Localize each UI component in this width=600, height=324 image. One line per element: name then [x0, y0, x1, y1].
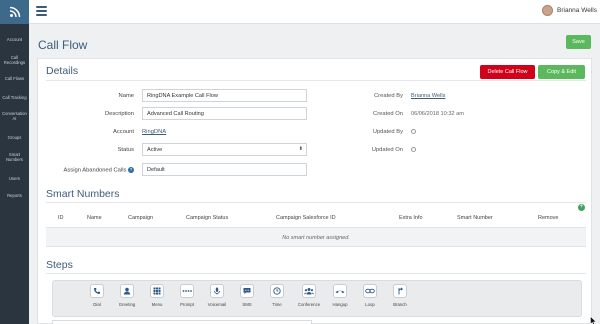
sidebar-item-users[interactable]: Users	[0, 176, 29, 181]
step-loop[interactable]: Loop	[357, 284, 383, 307]
description-label: Description	[105, 111, 134, 117]
step-label: SMS	[242, 302, 252, 307]
step-dial[interactable]: Dial	[84, 284, 110, 307]
description-field[interactable]: Advanced Call Routing	[142, 107, 307, 120]
account-link[interactable]: RingDNA	[142, 129, 166, 135]
clock-icon	[270, 284, 284, 298]
sidebar-item-call-recordings[interactable]: Call Recordings	[0, 55, 29, 65]
hangup-icon	[333, 284, 347, 298]
step-prompt[interactable]: Prompt	[174, 284, 200, 307]
step-detail-field[interactable]	[52, 320, 312, 324]
name-field[interactable]: RingDNA Example Call Flow	[142, 89, 307, 102]
app-logo-icon[interactable]	[0, 0, 29, 24]
created-on-label: Created On	[373, 111, 403, 117]
column-header-name[interactable]: Name	[87, 215, 102, 221]
phone-icon	[90, 284, 104, 298]
divider	[46, 202, 586, 203]
column-header-extra-info[interactable]: Extra Info	[399, 215, 423, 221]
select-arrows-icon: ⬍	[298, 146, 303, 152]
sidebar-item-call-tracking[interactable]: Call Tracking	[0, 95, 29, 100]
steps-heading: Steps	[46, 259, 73, 271]
name-label: Name	[118, 93, 134, 99]
sidebar-item-groups[interactable]: Groups	[0, 135, 29, 140]
sidebar-item-conversation-ai[interactable]: Conversation AI	[0, 111, 29, 121]
grid-icon	[150, 284, 164, 298]
chat-icon	[240, 284, 254, 298]
group-icon	[302, 284, 316, 298]
created-by-label: Created By	[374, 93, 403, 99]
abandoned-calls-label: Assign Abandoned Calls ?	[50, 167, 134, 174]
mouse-cursor-icon	[590, 313, 597, 324]
column-header-campaign-status[interactable]: Campaign Status	[186, 215, 228, 221]
step-label: Prompt	[180, 302, 194, 307]
divider	[46, 273, 586, 274]
abandoned-calls-field[interactable]: Default	[142, 163, 307, 176]
created-on-value: 06/06/2018 10:32 am	[411, 111, 464, 117]
step-branch[interactable]: Branch	[387, 284, 413, 307]
account-label: Account	[113, 129, 134, 135]
divider	[46, 80, 586, 81]
branch-icon	[393, 284, 407, 298]
user-name[interactable]: Brianna Wells	[557, 7, 597, 14]
loop-icon	[363, 284, 377, 298]
step-label: Greeting	[118, 302, 136, 307]
column-header-campaign[interactable]: Campaign	[128, 215, 153, 221]
step-label: Conference	[297, 302, 321, 307]
step-label: Voicemail	[207, 302, 227, 307]
step-greeting[interactable]: Greeting	[114, 284, 140, 307]
step-label: Loop	[365, 302, 375, 307]
empty-message: No smart number assigned.	[282, 235, 350, 241]
status-select[interactable]: Active ⬍	[142, 143, 307, 156]
step-sms[interactable]: SMS	[234, 284, 260, 307]
step-hangup[interactable]: Hangup	[327, 284, 353, 307]
copy-edit-button[interactable]: Copy & Edit	[538, 65, 585, 79]
microphone-icon	[210, 284, 224, 298]
updated-on-label: Updated On	[371, 147, 403, 153]
person-icon	[120, 284, 134, 298]
column-header-remove[interactable]: Remove	[538, 215, 558, 221]
table-empty-row: No smart number assigned.	[46, 227, 586, 247]
help-icon[interactable]: ?	[128, 167, 134, 173]
details-heading: Details	[46, 65, 79, 77]
dots-icon	[180, 284, 194, 298]
step-conference[interactable]: Conference	[296, 284, 322, 307]
add-smart-number-icon[interactable]: +	[578, 204, 585, 211]
sidebar-item-smart-numbers[interactable]: Smart Numbers	[0, 152, 29, 162]
sidebar: Account Call Recordings Call Flows Call …	[0, 0, 29, 324]
delete-call-flow-button[interactable]: Delete Call Flow	[480, 65, 535, 79]
save-button[interactable]: Save	[566, 35, 591, 49]
column-header-id[interactable]: ID	[58, 215, 64, 221]
status-label: Status	[117, 147, 134, 153]
step-label: Menu	[151, 302, 163, 307]
sidebar-item-reports[interactable]: Reports	[0, 193, 29, 198]
column-header-salesforce-id[interactable]: Campaign Salesforce ID	[276, 215, 336, 221]
hamburger-menu-icon[interactable]	[36, 6, 47, 16]
step-voicemail[interactable]: Voicemail	[204, 284, 230, 307]
smart-numbers-heading: Smart Numbers	[46, 188, 120, 200]
step-label: Time	[272, 302, 282, 307]
abandoned-calls-label-text: Assign Abandoned Calls	[63, 167, 127, 174]
page-title: Call Flow	[38, 38, 88, 52]
top-bar: Brianna Wells	[29, 0, 600, 24]
avatar[interactable]	[542, 5, 553, 16]
step-time[interactable]: Time	[264, 284, 290, 307]
column-header-smart-number[interactable]: Smart Number	[457, 215, 493, 221]
status-value: Active	[147, 147, 163, 153]
step-menu[interactable]: Menu	[144, 284, 170, 307]
step-label: Branch	[393, 302, 407, 307]
sidebar-item-call-flows[interactable]: Call Flows	[0, 76, 29, 81]
updated-by-label: Updated By	[372, 129, 403, 135]
step-label: Dial	[93, 302, 101, 307]
empty-value-icon	[411, 129, 416, 134]
sidebar-item-account[interactable]: Account	[0, 37, 29, 42]
empty-value-icon	[411, 147, 416, 152]
created-by-link[interactable]: Brianna Wells	[411, 93, 445, 99]
step-label: Hangup	[332, 302, 348, 307]
